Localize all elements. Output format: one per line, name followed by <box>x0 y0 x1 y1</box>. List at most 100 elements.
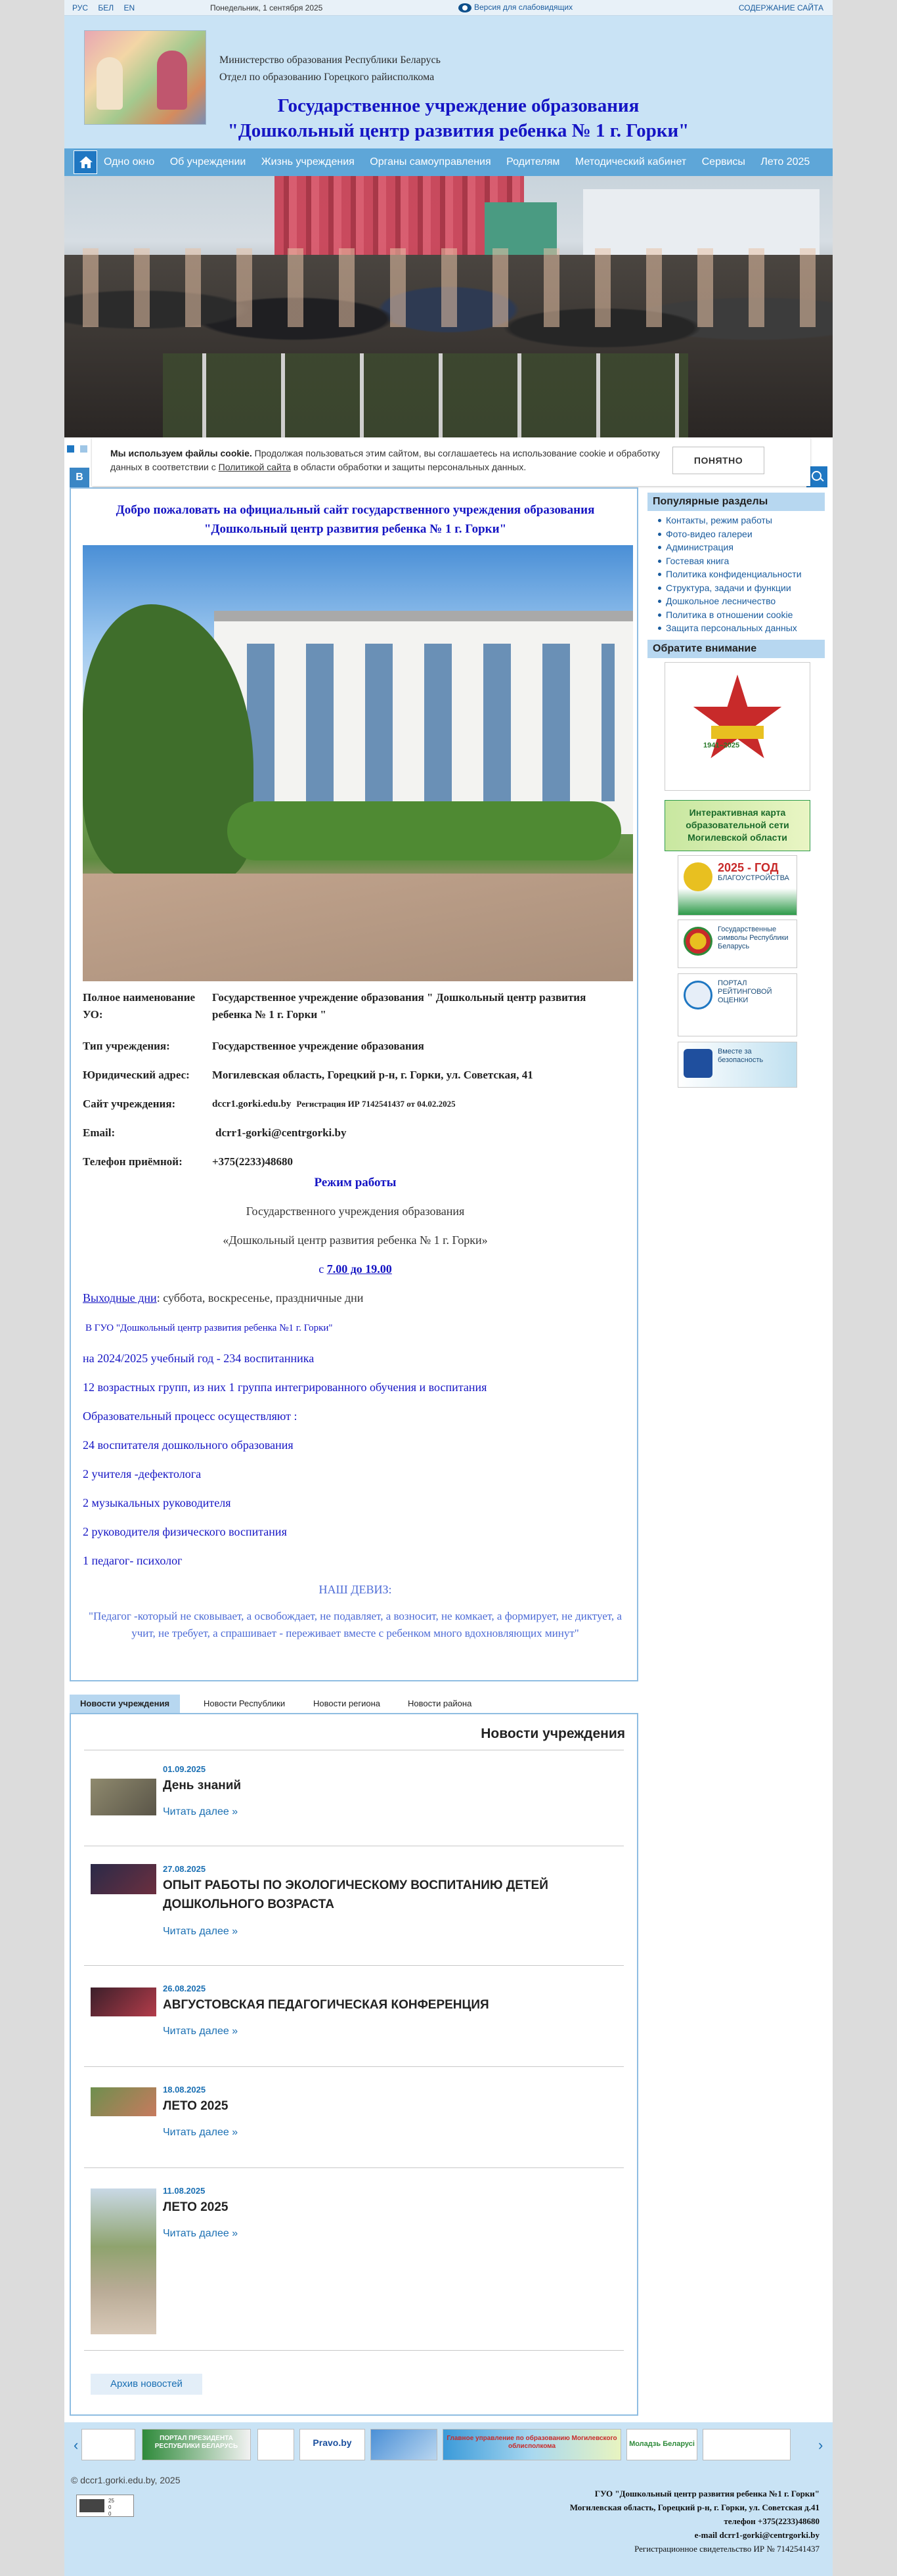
hours-prefix: с <box>318 1262 327 1276</box>
cookie-policy-link[interactable]: Политикой сайта <box>219 462 291 472</box>
email-value[interactable]: dcrr1-gorki@centrgorki.by <box>215 1124 623 1142</box>
cookie-accept-button[interactable]: ПОНЯТНО <box>672 447 764 474</box>
lang-en[interactable]: EN <box>123 3 135 12</box>
victory-banner[interactable]: 1941–2025 <box>665 662 810 791</box>
year-of-improvement-banner[interactable]: 2025 - ГОД БЛАГОУСТРОЙСТВА <box>678 855 797 916</box>
news-title[interactable]: ОПЫТ РАБОТЫ ПО ЭКОЛОГИЧЕСКОМУ ВОСПИТАНИЮ… <box>163 1876 609 1914</box>
slider-dot-active[interactable] <box>67 445 74 453</box>
sidebar-link-gallery[interactable]: Фото-видео галереи <box>647 527 825 541</box>
visit-counter[interactable]: 25 0 0 <box>76 2495 134 2517</box>
victory-years: 1941–2025 <box>703 742 740 749</box>
partner-mogilev-education[interactable]: Главное управление по образованию Могиле… <box>443 2429 621 2460</box>
fullname-value: Государственное учреждение образования "… <box>212 991 586 1021</box>
news-read-more[interactable]: Читать далее » <box>163 2026 238 2037</box>
slider-dot[interactable] <box>80 445 87 453</box>
low-vision-link[interactable]: Версия для слабовидящих <box>458 3 573 12</box>
site-value[interactable]: dccr1.gorki.edu.by <box>212 1099 291 1109</box>
lang-ru[interactable]: РУС <box>72 3 88 12</box>
sidebar-link-forestry[interactable]: Дошкольное лесничество <box>647 594 825 608</box>
tab-region-news[interactable]: Новости региона <box>303 1695 391 1713</box>
news-archive-button[interactable]: Архив новостей <box>91 2374 202 2395</box>
footer-address: ГУО "Дошкольный центр развития ребенка №… <box>426 2487 820 2556</box>
news-title[interactable]: День знаний <box>163 1776 609 1795</box>
staff-line-1: 24 воспитателя дошкольного образования <box>83 1438 294 1452</box>
interactive-map-banner[interactable]: Интерактивная карта образовательной сети… <box>665 800 810 851</box>
news-date: 26.08.2025 <box>163 1984 206 1993</box>
tab-institution-news[interactable]: Новости учреждения <box>70 1695 181 1713</box>
rating-portal-text: ПОРТАЛ РЕЙТИНГОВОЙ ОЦЕНКИ <box>718 979 772 1004</box>
nav-item-parents[interactable]: Родителям <box>506 156 559 167</box>
carousel-prev-icon[interactable]: ‹ <box>74 2437 78 2454</box>
partner-logo[interactable] <box>370 2429 437 2460</box>
news-read-more[interactable]: Читать далее » <box>163 2127 238 2139</box>
tab-district-news[interactable]: Новости района <box>397 1695 482 1713</box>
partner-youth[interactable]: Моладзь Беларусі <box>626 2429 697 2460</box>
sidebar-link-administration[interactable]: Администрация <box>647 541 825 554</box>
sidebar-link-privacy[interactable]: Политика конфиденциальности <box>647 567 825 581</box>
sidebar-link-guestbook[interactable]: Гостевая книга <box>647 554 825 568</box>
nav-item-services[interactable]: Сервисы <box>702 156 745 167</box>
staff-line-2: 2 учителя -дефектолога <box>83 1467 202 1480</box>
staff-line-3: 2 музыкальных руководителя <box>83 1496 231 1509</box>
news-title[interactable]: АВГУСТОВСКАЯ ПЕДАГОГИЧЕСКАЯ КОНФЕРЕНЦИЯ <box>163 1995 609 2014</box>
news-date: 18.08.2025 <box>163 2085 206 2095</box>
sidebar-link-personal-data[interactable]: Защита персональных данных <box>647 621 825 635</box>
nav-item-life[interactable]: Жизнь учреждения <box>261 156 355 167</box>
footer-registration: Регистрационное свидетельство ИР № 71425… <box>634 2544 820 2554</box>
nav-item-about[interactable]: Об учреждении <box>170 156 246 167</box>
nav-item-self-government[interactable]: Органы самоуправления <box>370 156 491 167</box>
footer-org-name: ГУО "Дошкольный центр развития ребенка №… <box>594 2489 820 2498</box>
news-thumbnail[interactable] <box>91 2188 156 2334</box>
site-registration: Регистрация ИР 7142541437 от 04.02.2025 <box>296 1099 456 1109</box>
sidebar-link-cookie-policy[interactable]: Политика в отношении cookie <box>647 608 825 622</box>
site-title[interactable]: Государственное учреждение образования "… <box>150 93 767 143</box>
news-title[interactable]: ЛЕТО 2025 <box>163 2198 609 2217</box>
home-button[interactable] <box>74 150 97 174</box>
ministry-line-1: Министерство образования Республики Бела… <box>219 55 441 66</box>
rating-portal-banner[interactable]: ПОРТАЛ РЕЙТИНГОВОЙ ОЦЕНКИ <box>678 973 797 1036</box>
news-thumbnail[interactable] <box>91 2087 156 2116</box>
sidebar-link-structure[interactable]: Структура, задачи и функции <box>647 581 825 595</box>
banner-faces <box>64 248 833 327</box>
safety-banner[interactable]: Вместе за безопасность <box>678 1042 797 1088</box>
news-read-more[interactable]: Читать далее » <box>163 1806 238 1818</box>
main-tab[interactable]: В <box>70 468 89 487</box>
site-footer: © dccr1.gorki.edu.by, 2025 25 0 0 ГУО "Дош… <box>64 2468 833 2576</box>
building-bushes <box>227 801 621 860</box>
welcome-line-1: Добро пожаловать на официальный сайт гос… <box>116 503 595 517</box>
footer-email: e-mail dcrr1-gorki@centrgorki.by <box>694 2530 820 2540</box>
partner-logo[interactable] <box>703 2429 791 2460</box>
staff-line-4: 2 руководителя физического воспитания <box>83 1525 287 1538</box>
address-value: Могилевская область, Горецкий р-н, г. Го… <box>212 1069 533 1081</box>
main-nav: Одно окно Об учреждении Жизнь учреждения… <box>64 148 833 176</box>
partner-pravo[interactable]: Pravo.by <box>299 2429 365 2460</box>
nav-item-one-window[interactable]: Одно окно <box>104 156 154 167</box>
news-title[interactable]: ЛЕТО 2025 <box>163 2097 609 2116</box>
schedule-hours: с 7.00 до 19.00 <box>83 1262 628 1276</box>
sitemap-link[interactable]: СОДЕРЖАНИЕ САЙТА <box>739 3 823 12</box>
tab-republic-news[interactable]: Новости Республики <box>193 1695 295 1713</box>
news-thumbnail[interactable] <box>91 1864 156 1894</box>
news-thumbnail[interactable] <box>91 1779 156 1815</box>
news-thumbnail[interactable] <box>91 1988 156 2016</box>
phone-value: +375(2233)48680 <box>212 1155 294 1168</box>
site-header: Министерство образования Республики Бела… <box>64 16 833 148</box>
staff-line-5: 1 педагог- психолог <box>83 1554 183 1567</box>
map-banner-line-3: Могилевской области <box>688 832 787 843</box>
carousel-next-icon[interactable]: › <box>818 2437 823 2454</box>
nav-item-summer-2025[interactable]: Лето 2025 <box>760 156 810 167</box>
sidebar-link-contacts[interactable]: Контакты, режим работы <box>647 514 825 527</box>
banner-slider[interactable] <box>64 176 833 437</box>
partner-logo[interactable] <box>81 2429 135 2460</box>
news-read-more[interactable]: Читать далее » <box>163 1926 238 1938</box>
nav-item-methodical[interactable]: Методический кабинет <box>575 156 686 167</box>
partner-president-portal[interactable]: ПОРТАЛ ПРЕЗИДЕНТА РЕСПУБЛИКИ БЕЛАРУСЬ <box>142 2429 251 2460</box>
email-label: Email: <box>83 1126 116 1139</box>
hours-value: 7.00 до 19.00 <box>326 1262 392 1276</box>
lang-be[interactable]: БЕЛ <box>98 3 114 12</box>
inst-line: В ГУО "Дошкольный центр развития ребенка… <box>85 1323 333 1333</box>
state-symbols-banner[interactable]: Государственные символы Республики Белар… <box>678 920 797 968</box>
news-read-more[interactable]: Читать далее » <box>163 2228 238 2240</box>
partner-logo[interactable] <box>257 2429 294 2460</box>
days-off-label: Выходные дни <box>83 1291 157 1304</box>
